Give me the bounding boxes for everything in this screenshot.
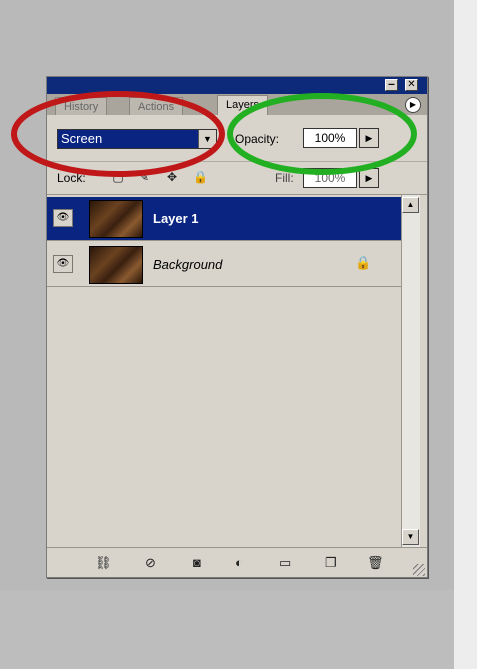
lock-row: Lock: ▢ ✎ ✥ 🔒 Fill: 100% ▶	[47, 161, 427, 195]
tab-actions[interactable]: Actions	[129, 97, 184, 115]
desktop-area	[0, 590, 454, 669]
layer-name: Layer 1	[153, 211, 199, 226]
layer-row-layer-1[interactable]: 👁 Layer 1	[47, 197, 401, 241]
scroll-up-button[interactable]: ▲	[402, 197, 419, 213]
blend-mode-value: Screen	[61, 131, 103, 146]
palette-tabs: History Actions Layers ▶	[47, 94, 427, 115]
lock-icon: 🔒	[355, 255, 372, 270]
mask-icon[interactable]: ◙	[193, 555, 201, 571]
opacity-input[interactable]: 100%	[303, 128, 357, 148]
palette-title-bar[interactable]: ‒ ✕	[47, 77, 427, 94]
layers-palette: ‒ ✕ History Actions Layers ▶ Screen ▼ Op…	[46, 76, 428, 578]
adjustment-layer-icon[interactable]: ◐	[235, 555, 243, 571]
close-button[interactable]: ✕	[405, 79, 418, 91]
resize-grip-icon[interactable]	[413, 564, 425, 576]
palette-bottom-bar: ⛓ ⊘ ◙ ◐ ▭ ❐ 🗑	[47, 547, 427, 578]
layers-scrollbar[interactable]: ▲ ▼	[401, 195, 420, 547]
palette-menu-icon[interactable]: ▶	[405, 97, 421, 113]
new-group-icon[interactable]: ▭	[279, 555, 291, 571]
trash-icon[interactable]: 🗑	[367, 555, 384, 571]
background-strip	[454, 0, 477, 669]
tab-layers[interactable]: Layers	[217, 95, 269, 115]
layer-thumbnail	[89, 200, 143, 238]
lock-label: Lock:	[57, 171, 86, 185]
new-layer-icon[interactable]: ❐	[325, 555, 337, 571]
eye-icon[interactable]: 👁	[53, 255, 73, 273]
lock-position-icon[interactable]: ✥	[165, 170, 179, 184]
tab-history[interactable]: History	[55, 97, 108, 115]
eye-icon[interactable]: 👁	[53, 209, 73, 227]
layer-row-background[interactable]: 👁 Background 🔒	[47, 243, 401, 287]
opacity-label: Opacity:	[235, 132, 280, 146]
fill-label: Fill:	[275, 171, 294, 185]
scroll-down-button[interactable]: ▼	[402, 529, 419, 545]
layer-thumbnail	[89, 246, 143, 284]
chevron-down-icon[interactable]: ▼	[198, 130, 216, 148]
layer-name: Background	[153, 257, 223, 272]
minimize-button[interactable]: ‒	[385, 79, 398, 91]
lock-all-icon[interactable]: 🔒	[193, 170, 208, 184]
link-icon[interactable]: ⛓	[95, 555, 112, 571]
lock-transparency-icon[interactable]: ▢	[111, 170, 125, 184]
lock-image-icon[interactable]: ✎	[137, 170, 151, 184]
opacity-slider-button[interactable]: ▶	[359, 128, 379, 148]
layer-style-icon[interactable]: ⊘	[145, 555, 156, 571]
blend-mode-dropdown[interactable]: Screen ▼	[57, 129, 217, 149]
fill-slider-button[interactable]: ▶	[359, 168, 379, 188]
layers-list: 👁 Layer 1 👁 Background 🔒	[47, 195, 401, 547]
fill-input[interactable]: 100%	[303, 168, 357, 188]
